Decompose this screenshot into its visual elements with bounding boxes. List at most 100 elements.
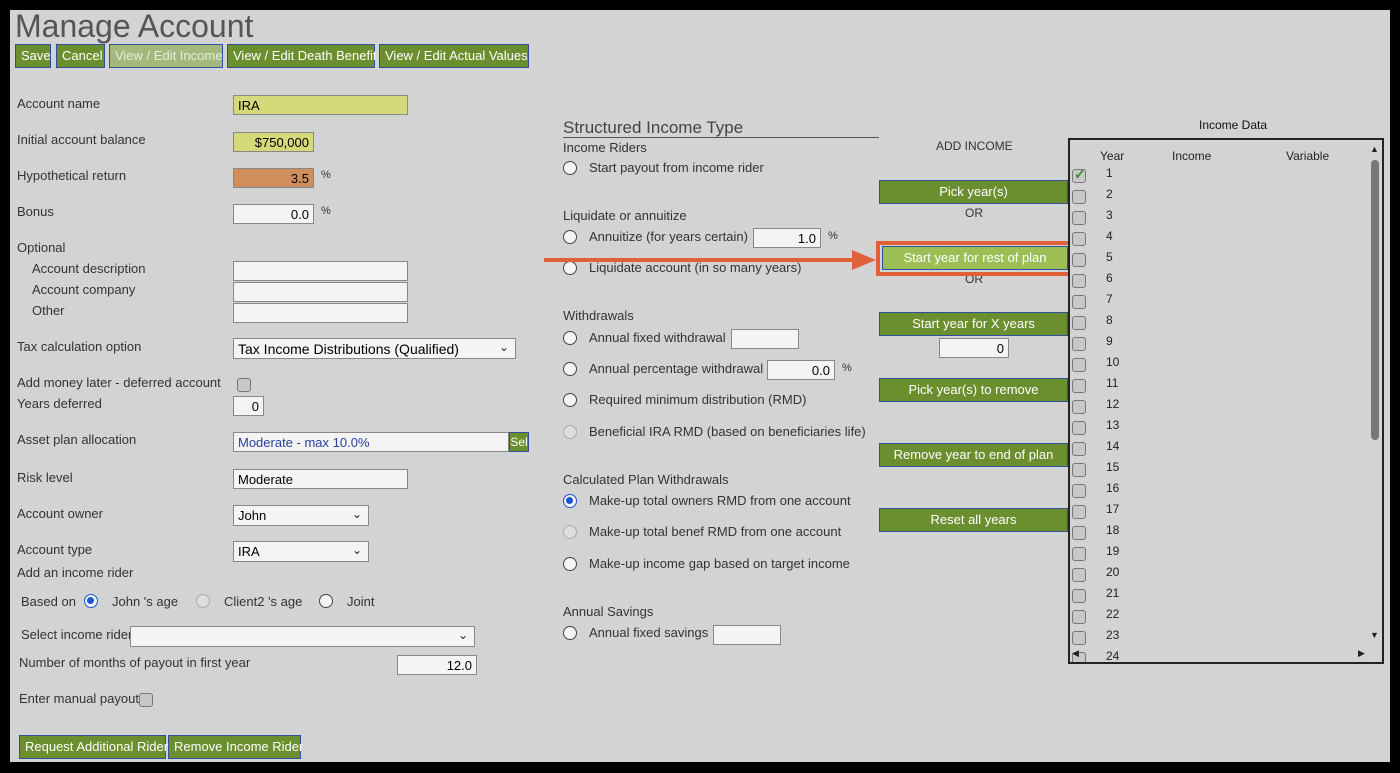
year-checkbox[interactable] xyxy=(1072,253,1086,267)
income-rider-select[interactable]: ⌄ xyxy=(130,626,475,647)
remove-rider-button[interactable]: Remove Income Rider xyxy=(168,735,303,759)
scroll-left-icon[interactable]: ◀ xyxy=(1072,648,1079,659)
fixed-withdrawal-radio[interactable] xyxy=(563,331,577,345)
year-checkbox[interactable] xyxy=(1072,484,1086,498)
annuitize-radio[interactable] xyxy=(563,230,577,244)
months-payout-input[interactable]: 12.0 xyxy=(397,655,477,675)
year-checkbox[interactable] xyxy=(1072,610,1086,624)
makeup-owner-rmd-radio[interactable] xyxy=(563,494,577,508)
year-checkbox[interactable] xyxy=(1072,166,1086,183)
percentage-withdrawal-radio[interactable] xyxy=(563,362,577,376)
year-checkbox[interactable] xyxy=(1072,316,1086,330)
year-checkbox[interactable] xyxy=(1072,442,1086,456)
year-checkbox[interactable] xyxy=(1072,589,1086,603)
pick-years-remove-button[interactable]: Pick year(s) to remove xyxy=(879,378,1068,402)
manual-payout-checkbox[interactable] xyxy=(139,693,153,707)
scroll-up-icon[interactable]: ▲ xyxy=(1370,144,1379,154)
fixed-savings-radio[interactable] xyxy=(563,626,577,640)
table-row[interactable]: 12 xyxy=(1070,397,1370,418)
based-on-client2-radio[interactable] xyxy=(196,594,210,608)
table-row[interactable]: 5 xyxy=(1070,250,1370,271)
account-name-input[interactable]: IRA xyxy=(233,95,408,115)
year-checkbox[interactable] xyxy=(1072,631,1086,645)
account-company-input[interactable] xyxy=(233,282,408,302)
table-row[interactable]: 11 xyxy=(1070,376,1370,397)
account-owner-select[interactable]: John ⌄ xyxy=(233,505,369,526)
scroll-right-icon[interactable]: ▶ xyxy=(1358,648,1365,659)
request-rider-button[interactable]: Request Additional Rider xyxy=(19,735,168,759)
save-button[interactable]: Save xyxy=(15,44,51,68)
other-input[interactable] xyxy=(233,303,408,323)
year-checkbox[interactable] xyxy=(1072,295,1086,309)
cancel-button[interactable]: Cancel xyxy=(56,44,105,68)
year-checkbox[interactable] xyxy=(1072,211,1086,225)
view-edit-income-button[interactable]: View / Edit Income xyxy=(109,44,223,68)
year-checkbox[interactable] xyxy=(1072,358,1086,372)
year-checkbox[interactable] xyxy=(1072,505,1086,519)
risk-level-input[interactable]: Moderate xyxy=(233,469,408,489)
table-row[interactable]: 23 xyxy=(1070,628,1370,649)
year-checkbox[interactable] xyxy=(1072,526,1086,540)
percentage-withdrawal-input[interactable]: 0.0 xyxy=(767,360,835,380)
table-row[interactable]: 18 xyxy=(1070,523,1370,544)
year-checkbox[interactable] xyxy=(1072,568,1086,582)
account-type-select[interactable]: IRA ⌄ xyxy=(233,541,369,562)
beneficial-rmd-radio[interactable] xyxy=(563,425,577,439)
pick-years-button[interactable]: Pick year(s) xyxy=(879,180,1068,204)
year-checkbox[interactable] xyxy=(1072,379,1086,393)
account-description-input[interactable] xyxy=(233,261,408,281)
based-on-joint-radio[interactable] xyxy=(319,594,333,608)
table-row[interactable]: 4 xyxy=(1070,229,1370,250)
fixed-withdrawal-input[interactable] xyxy=(731,329,799,349)
asset-select-button[interactable]: Sel xyxy=(509,432,529,452)
bonus-input[interactable]: 0.0 xyxy=(233,204,314,224)
year-checkbox[interactable] xyxy=(1072,547,1086,561)
table-row[interactable]: 19 xyxy=(1070,544,1370,565)
reset-all-years-button[interactable]: Reset all years xyxy=(879,508,1068,532)
x-years-input[interactable]: 0 xyxy=(939,338,1009,358)
year-checkbox[interactable] xyxy=(1072,232,1086,246)
year-checkbox[interactable] xyxy=(1072,190,1086,204)
table-row[interactable]: 9 xyxy=(1070,334,1370,355)
table-row[interactable]: 16 xyxy=(1070,481,1370,502)
table-row[interactable]: 20 xyxy=(1070,565,1370,586)
start-year-x-years-button[interactable]: Start year for X years xyxy=(879,312,1068,336)
table-row[interactable]: 6 xyxy=(1070,271,1370,292)
view-edit-death-benefit-button[interactable]: View / Edit Death Benefit xyxy=(227,44,377,68)
scroll-down-icon[interactable]: ▼ xyxy=(1370,630,1379,640)
income-data-table[interactable]: Year Income Variable 1234567891011121314… xyxy=(1068,138,1384,664)
table-row[interactable]: 3 xyxy=(1070,208,1370,229)
table-row[interactable]: 2 xyxy=(1070,187,1370,208)
view-edit-actual-values-button[interactable]: View / Edit Actual Values xyxy=(379,44,529,68)
makeup-benef-rmd-radio[interactable] xyxy=(563,525,577,539)
add-money-later-checkbox[interactable] xyxy=(237,378,251,392)
year-checkbox[interactable] xyxy=(1072,421,1086,435)
start-payout-radio[interactable] xyxy=(563,161,577,175)
table-row[interactable]: 1 xyxy=(1070,166,1370,187)
hypothetical-return-input[interactable]: 3.5 xyxy=(233,168,314,188)
table-row[interactable]: 15 xyxy=(1070,460,1370,481)
scrollbar-thumb[interactable] xyxy=(1371,160,1379,440)
tax-option-select[interactable]: Tax Income Distributions (Qualified) ⌄ xyxy=(233,338,516,359)
table-row[interactable]: 10 xyxy=(1070,355,1370,376)
horizontal-scrollbar[interactable]: ◀ ▶ xyxy=(1072,648,1368,660)
years-deferred-input[interactable]: 0 xyxy=(233,396,264,416)
table-row[interactable]: 13 xyxy=(1070,418,1370,439)
vertical-scrollbar[interactable]: ▲ ▼ xyxy=(1370,144,1380,654)
year-checkbox[interactable] xyxy=(1072,337,1086,351)
annuitize-years-input[interactable]: 1.0 xyxy=(753,228,821,248)
remove-year-end-button[interactable]: Remove year to end of plan xyxy=(879,443,1068,467)
based-on-john-radio[interactable] xyxy=(84,594,98,608)
year-checkbox[interactable] xyxy=(1072,274,1086,288)
table-row[interactable]: 21 xyxy=(1070,586,1370,607)
table-row[interactable]: 22 xyxy=(1070,607,1370,628)
year-checkbox[interactable] xyxy=(1072,463,1086,477)
fixed-savings-input[interactable] xyxy=(713,625,781,645)
makeup-income-gap-radio[interactable] xyxy=(563,557,577,571)
table-row[interactable]: 7 xyxy=(1070,292,1370,313)
rmd-radio[interactable] xyxy=(563,393,577,407)
table-row[interactable]: 8 xyxy=(1070,313,1370,334)
asset-allocation-input[interactable]: Moderate - max 10.0% xyxy=(233,432,509,452)
year-checkbox[interactable] xyxy=(1072,400,1086,414)
initial-balance-input[interactable]: $750,000 xyxy=(233,132,314,152)
